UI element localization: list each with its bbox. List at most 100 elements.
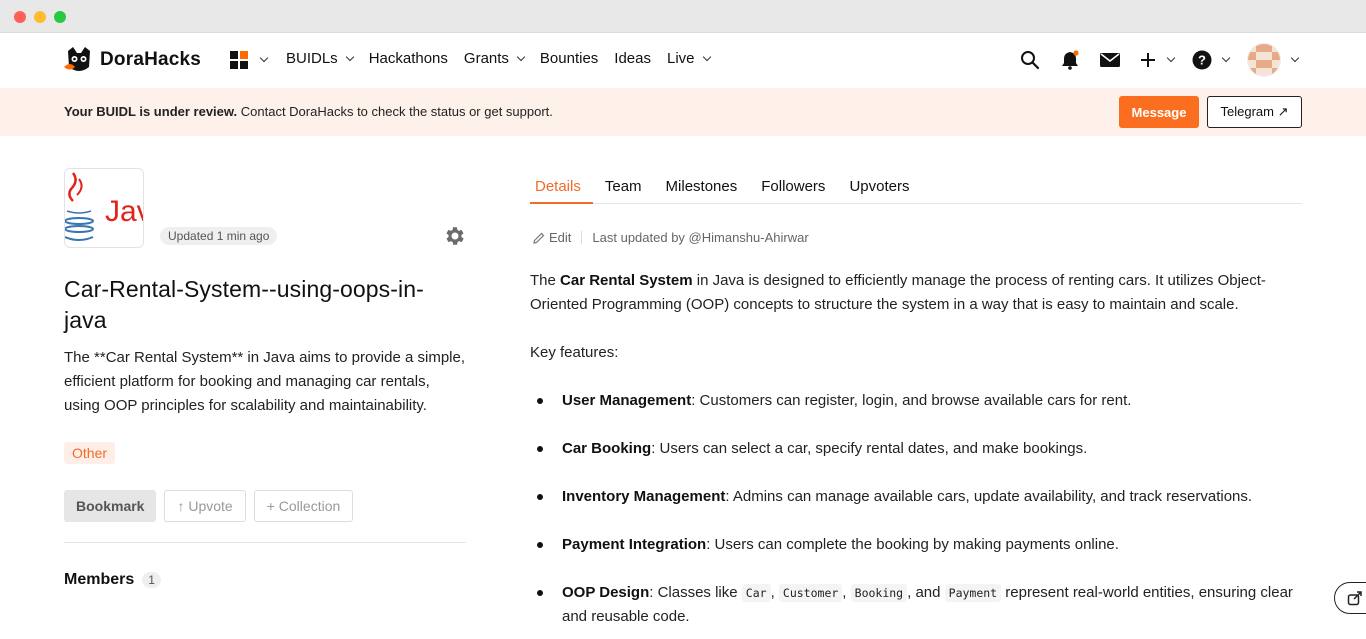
feature-title: User Management [562,392,692,409]
nav-item-label: Hackathons [368,50,448,67]
upvote-button[interactable]: ↑ Upvote [164,490,246,522]
nav-item-label: Bounties [539,50,599,67]
top-nav: DoraHacks BUIDLs Hackathons Grants Bount… [0,33,1366,88]
tab-details[interactable]: Details [530,168,593,204]
nav-actions: ? [1019,43,1300,77]
nav-item-ideas[interactable]: Ideas [614,50,651,67]
telegram-button[interactable]: Telegram ↗ [1207,96,1302,128]
mail-icon[interactable] [1099,49,1121,71]
help-menu-button[interactable]: ? [1192,50,1231,70]
intro-text: The [530,272,561,289]
tab-upvoters[interactable]: Upvoters [837,168,921,204]
chevron-down-icon [1290,53,1300,63]
divider [64,542,466,543]
details-content: The Car Rental System in Java is designe… [530,269,1302,629]
feature-title: OOP Design [562,584,650,601]
nav-item-bounties[interactable]: Bounties [540,50,598,67]
avatar [1247,43,1281,77]
project-actions: Bookmark ↑ Upvote + Collection [64,490,466,522]
dorahacks-logo[interactable]: DoraHacks [64,45,201,75]
nav-item-grants[interactable]: Grants [463,50,526,67]
add-collection-button[interactable]: + Collection [253,490,354,522]
project-title: Car-Rental-System--using-oops-in-java [64,276,424,333]
banner-bold-text: Your BUIDL is under review. [64,104,238,119]
feature-title: Car Booking [562,440,652,457]
last-updated-text: Last updated by @Himanshu-Ahirwar [592,230,809,245]
list-item: Inventory Management: Admins can manage … [530,485,1302,509]
pencil-icon [533,232,545,244]
code-snippet: Payment [944,584,1002,602]
project-logo-text: Jav [105,195,143,228]
category-tag[interactable]: Other [64,442,116,464]
apps-grid-icon [230,51,248,69]
tab-team[interactable]: Team [593,168,654,204]
share-button[interactable] [1334,582,1366,614]
search-icon[interactable] [1019,49,1041,71]
feature-text: , [770,584,779,601]
feature-text: : Classes like [649,584,742,601]
separator [581,231,583,244]
code-snippet: Booking [850,584,908,602]
project-sidebar: Jav Updated 1 min ago Car-Rental-System-… [64,168,466,589]
intro-bold: Car Rental System [560,272,693,289]
nav-item-buidls[interactable]: BUIDLs [286,50,354,67]
maximize-window-button[interactable] [54,11,66,23]
nav-item-label: Live [667,50,695,67]
feature-text: , and [907,584,945,601]
chevron-down-icon [516,52,526,61]
svg-text:?: ? [1198,53,1206,68]
feature-title: Inventory Management [562,488,726,505]
members-count: 1 [142,572,161,588]
project-description: The **Car Rental System** in Java aims t… [64,349,466,414]
feature-text: , [842,584,851,601]
gear-icon[interactable] [442,224,466,248]
nav-item-label: Ideas [614,50,651,67]
tab-followers[interactable]: Followers [749,168,837,204]
list-item: Car Booking: Users can select a car, spe… [530,437,1302,461]
members-heading: Members 1 [64,571,466,589]
edit-label: Edit [549,230,572,245]
feature-text: : Users can complete the booking by maki… [706,536,1119,553]
feature-text: : Users can select a car, specify rental… [651,440,1088,457]
feature-text: : Admins can manage available cars, upda… [725,488,1253,505]
banner-text: Your BUIDL is under review. Contact Dora… [64,104,553,119]
chevron-down-icon [1221,53,1231,63]
chevron-down-icon [702,52,711,61]
code-snippet: Car [741,584,771,602]
key-features-heading: Key features: [530,344,619,361]
help-icon: ? [1192,50,1212,70]
project-logo: Jav [64,168,144,248]
updated-badge: Updated 1 min ago [160,227,278,245]
feature-title: Payment Integration [562,536,707,553]
apps-menu-button[interactable] [230,51,269,69]
feature-list: User Management: Customers can register,… [530,389,1302,629]
message-button[interactable]: Message [1119,96,1199,128]
edit-row: Edit Last updated by @Himanshu-Ahirwar [530,230,1302,245]
chevron-down-icon [1166,53,1176,63]
user-menu-button[interactable] [1247,43,1300,77]
chevron-down-icon [345,52,354,61]
list-item: Payment Integration: Users can complete … [530,533,1302,557]
nav-item-hackathons[interactable]: Hackathons [369,50,448,67]
logo-text: DoraHacks [100,49,202,70]
minimize-window-button[interactable] [34,11,46,23]
bookmark-button[interactable]: Bookmark [64,490,157,522]
nav-item-label: BUIDLs [286,50,338,67]
review-banner: Your BUIDL is under review. Contact Dora… [0,88,1366,136]
chevron-down-icon [259,53,269,63]
share-icon [1347,591,1362,606]
bell-icon[interactable] [1059,49,1081,71]
tab-milestones[interactable]: Milestones [654,168,750,204]
detail-tabs: Details Team Milestones Followers Upvote… [530,168,1302,204]
create-menu-button[interactable] [1139,51,1176,69]
feature-text: : Customers can register, login, and bro… [691,392,1132,409]
code-snippet: Customer [778,584,843,602]
project-details: Details Team Milestones Followers Upvote… [530,168,1302,639]
close-window-button[interactable] [14,11,26,23]
edit-button[interactable]: Edit [530,230,571,245]
plus-icon [1141,53,1155,67]
banner-message-text: Contact DoraHacks to check the status or… [237,104,553,119]
dorahacks-logo-icon [64,47,90,71]
nav-item-live[interactable]: Live [667,50,711,67]
nav-item-label: Grants [463,50,509,67]
